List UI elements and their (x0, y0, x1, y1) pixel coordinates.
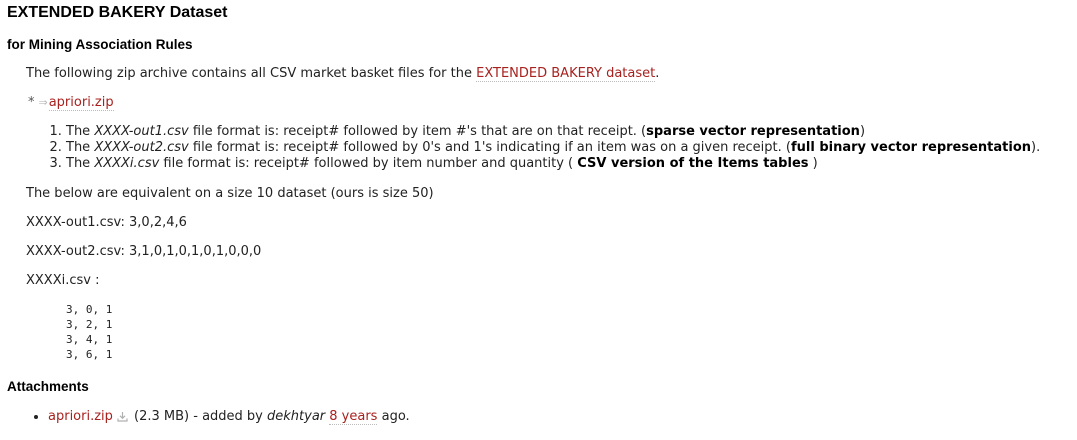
attachments-heading: Attachments (7, 379, 89, 394)
format-emphasis: CSV version of the Items tables (577, 156, 809, 171)
intro-text: The following zip archive contains all C… (26, 66, 477, 81)
page-title: EXTENDED BAKERY Dataset (7, 4, 228, 21)
example-out1: XXXX-out1.csv: 3,0,2,4,6 (26, 215, 187, 230)
format-text: ). (1031, 140, 1041, 155)
file-name: XXXXi.csv (94, 156, 160, 171)
attachment-age-link[interactable]: 8 years (329, 409, 378, 425)
format-text: The (66, 156, 95, 171)
format-emphasis: sparse vector representation (646, 124, 860, 139)
csv-example-block: 3, 0, 1 3, 2, 1 3, 4, 1 3, 6, 1 (66, 303, 113, 361)
intro-paragraph: The following zip archive contains all C… (26, 66, 659, 82)
attachment-size: (2.3 MB) - added by (129, 409, 268, 424)
format-text: The (66, 140, 95, 155)
attachment-file-link[interactable]: apriori.zip (48, 409, 113, 424)
zip-link-row: * ⇒apriori.zip (28, 95, 114, 111)
attachment-tail: ago. (377, 409, 410, 424)
format-text: file format is: receipt# followed by ite… (188, 124, 647, 139)
list-item: The XXXX-out1.csv file format is: receip… (66, 124, 1040, 140)
file-name: XXXX-out2.csv (94, 140, 189, 155)
format-text: The (66, 124, 95, 139)
download-icon[interactable] (117, 411, 128, 427)
format-text: ) (859, 124, 866, 139)
attachments-list: apriori.zip (2.3 MB) - added by dekhtyar… (33, 409, 410, 427)
list-item: The XXXX-out2.csv file format is: receip… (66, 140, 1040, 156)
extended-bakery-dataset-link[interactable]: EXTENDED BAKERY dataset (476, 66, 656, 82)
equivalent-note: The below are equivalent on a size 10 da… (26, 186, 434, 201)
example-items-label: XXXXi.csv : (26, 273, 100, 288)
page-subtitle: for Mining Association Rules (7, 37, 193, 52)
file-name: XXXX-out1.csv (94, 124, 189, 139)
example-out2: XXXX-out2.csv: 3,1,0,1,0,1,0,1,0,0,0 (26, 244, 262, 259)
star-bullet: * (28, 95, 35, 110)
format-text: ) (808, 156, 818, 171)
intro-suffix: . (655, 66, 660, 81)
attachment-item: apriori.zip (2.3 MB) - added by dekhtyar… (48, 409, 410, 427)
file-format-list: The XXXX-out1.csv file format is: receip… (48, 124, 1040, 172)
format-text: file format is: receipt# followed by 0's… (188, 140, 791, 155)
format-text: file format is: receipt# followed by ite… (159, 156, 578, 171)
format-emphasis: full binary vector representation (790, 140, 1032, 155)
attachment-author: dekhtyar (267, 409, 326, 424)
list-item: The XXXXi.csv file format is: receipt# f… (66, 156, 1040, 172)
external-arrow-icon: ⇒ (38, 96, 48, 109)
apriori-zip-link[interactable]: apriori.zip (48, 95, 114, 111)
